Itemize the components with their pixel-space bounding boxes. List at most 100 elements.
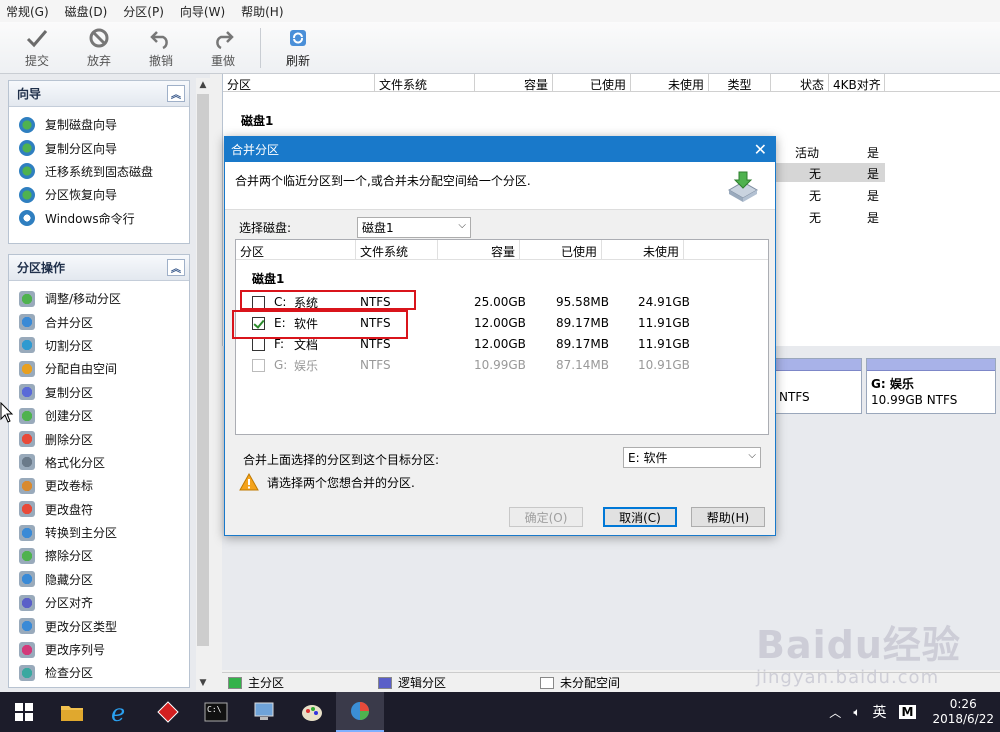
undo-button[interactable]: 撤销 bbox=[130, 22, 192, 70]
taskbar-partition-assistant[interactable] bbox=[336, 692, 384, 732]
col-type[interactable]: 类型 bbox=[709, 74, 771, 91]
ops-item-delete[interactable]: 删除分区 bbox=[9, 427, 189, 450]
menu-disk[interactable]: 磁盘(D) bbox=[65, 3, 108, 20]
ops-item-wipe[interactable]: 擦除分区 bbox=[9, 544, 189, 567]
clock[interactable]: 0:26 2018/6/22 bbox=[932, 697, 994, 727]
partition-checkbox[interactable] bbox=[252, 337, 265, 351]
col-filesystem[interactable]: 文件系统 bbox=[375, 74, 475, 91]
ops-item-change-serial[interactable]: 更改序列号 bbox=[9, 638, 189, 661]
ops-item-merge[interactable]: 合并分区 bbox=[9, 310, 189, 333]
item-label: 迁移系统到固态磁盘 bbox=[45, 164, 154, 179]
ops-item-convert-primary[interactable]: 转换到主分区 bbox=[9, 521, 189, 544]
close-icon[interactable]: ✕ bbox=[754, 140, 767, 159]
col-4k-align[interactable]: 4KB对齐 bbox=[829, 74, 885, 91]
ops-item-hide[interactable]: 隐藏分区 bbox=[9, 568, 189, 591]
table-header: 分区 文件系统 容量 已使用 未使用 类型 状态 4KB对齐 bbox=[223, 74, 1000, 92]
ops-item-align[interactable]: 分区对齐 bbox=[9, 591, 189, 614]
scroll-up-arrow[interactable]: ▲ bbox=[196, 78, 210, 92]
col-used[interactable]: 已使用 bbox=[553, 74, 631, 91]
menu-general[interactable]: 常规(G) bbox=[6, 3, 49, 20]
split-icon bbox=[19, 337, 35, 354]
scroll-down-arrow[interactable]: ▼ bbox=[196, 676, 210, 690]
ops-item-check[interactable]: 检查分区 bbox=[9, 661, 189, 684]
undo-icon bbox=[150, 31, 168, 50]
list-col-used[interactable]: 已使用 bbox=[520, 240, 602, 259]
partition-box-info: B NTFS bbox=[767, 390, 810, 404]
submit-button[interactable]: 提交 bbox=[6, 22, 68, 70]
partition-free: 24.91GB bbox=[638, 295, 690, 309]
ime-indicator[interactable]: 英 bbox=[873, 702, 887, 722]
col-status[interactable]: 状态 bbox=[771, 74, 829, 91]
discard-button[interactable]: 放弃 bbox=[68, 22, 130, 70]
chevron-up-icon[interactable]: ︿ bbox=[829, 704, 841, 721]
target-partition-dropdown[interactable]: E: 软件 ⌵ bbox=[623, 447, 761, 468]
ops-item-copy[interactable]: 复制分区 bbox=[9, 381, 189, 404]
migrate-icon bbox=[19, 163, 35, 180]
list-col-unused[interactable]: 未使用 bbox=[602, 240, 684, 259]
refresh-button[interactable]: 刷新 bbox=[267, 22, 329, 70]
item-label: 格式化分区 bbox=[45, 455, 106, 470]
primary-swatch bbox=[228, 676, 242, 689]
col-partition[interactable]: 分区 bbox=[223, 74, 375, 91]
wizard-item-recovery[interactable]: 分区恢复向导 bbox=[9, 183, 189, 206]
ops-item-change-label[interactable]: 更改卷标 bbox=[9, 474, 189, 497]
list-col-capacity[interactable]: 容量 bbox=[438, 240, 520, 259]
scroll-thumb[interactable] bbox=[197, 94, 209, 646]
ops-item-format[interactable]: 格式化分区 bbox=[9, 451, 189, 474]
redo-button[interactable]: 重做 bbox=[192, 22, 254, 70]
menu-wizard[interactable]: 向导(W) bbox=[180, 3, 225, 20]
menu-bar: 常规(G) 磁盘(D) 分区(P) 向导(W) 帮助(H) bbox=[0, 0, 1000, 22]
ops-item-create[interactable]: 创建分区 bbox=[9, 404, 189, 427]
col-capacity[interactable]: 容量 bbox=[475, 74, 553, 91]
cancel-button[interactable]: 取消(C) bbox=[603, 507, 677, 527]
partition-capacity: 25.00GB bbox=[474, 295, 526, 309]
menu-help[interactable]: 帮助(H) bbox=[241, 3, 283, 20]
start-button[interactable] bbox=[0, 692, 48, 732]
taskbar-explorer[interactable] bbox=[48, 692, 96, 732]
taskbar-paint[interactable] bbox=[288, 692, 336, 732]
partition-box-g[interactable]: G: 娱乐 10.99GB NTFS bbox=[866, 358, 996, 414]
taskbar-cmd[interactable]: C:\ bbox=[192, 692, 240, 732]
dialog-title-bar[interactable]: 合并分区 ✕ bbox=[225, 137, 775, 162]
chevron-down-icon: ⌵ bbox=[458, 220, 466, 231]
taskbar-network[interactable] bbox=[240, 692, 288, 732]
item-label: 复制磁盘向导 bbox=[45, 118, 118, 133]
ops-item-resize-move[interactable]: 调整/移动分区 bbox=[9, 287, 189, 310]
select-disk-dropdown[interactable]: 磁盘1 ⌵ bbox=[357, 217, 471, 238]
wizard-item-copy-disk[interactable]: 复制磁盘向导 bbox=[9, 113, 189, 136]
partition-box-f[interactable]: B NTFS bbox=[762, 358, 862, 414]
taskbar-ie[interactable]: e bbox=[96, 692, 144, 732]
list-col-fs[interactable]: 文件系统 bbox=[356, 240, 438, 259]
partition-used: 89.17MB bbox=[556, 337, 609, 351]
unallocated-swatch bbox=[540, 676, 555, 689]
dialog-title: 合并分区 bbox=[231, 143, 280, 157]
list-col-partition[interactable]: 分区 bbox=[236, 240, 356, 259]
ime-mode-indicator[interactable]: M bbox=[898, 705, 917, 719]
ok-button[interactable]: 确定(O) bbox=[509, 507, 583, 527]
wizard-item-migrate-os[interactable]: 迁移系统到固态磁盘 bbox=[9, 160, 189, 183]
recovery-icon bbox=[19, 186, 35, 203]
wizard-item-cmd[interactable]: Windows命令行 bbox=[9, 207, 189, 230]
ops-item-split[interactable]: 切割分区 bbox=[9, 334, 189, 357]
ops-item-allocate-free-space[interactable]: 分配自由空间 bbox=[9, 357, 189, 380]
left-scrollbar[interactable]: ▲ ▼ bbox=[196, 78, 210, 690]
computer-icon bbox=[254, 702, 274, 720]
ops-item-change-drive-letter[interactable]: 更改盘符 bbox=[9, 498, 189, 521]
volume-icon[interactable]: 🔈︎ bbox=[853, 705, 860, 720]
collapse-wizard-button[interactable]: ︽ bbox=[167, 85, 185, 102]
toolbar-separator bbox=[260, 28, 261, 68]
row-align: 是 bbox=[867, 189, 880, 203]
select-disk-row: 选择磁盘: 磁盘1 ⌵ bbox=[239, 217, 471, 238]
toolbar: 提交 放弃 撤销 重做 刷新 bbox=[0, 22, 1000, 74]
row-align: 是 bbox=[867, 146, 880, 160]
help-button[interactable]: 帮助(H) bbox=[691, 507, 765, 527]
row-align: 是 bbox=[867, 167, 880, 181]
menu-partition[interactable]: 分区(P) bbox=[123, 3, 164, 20]
collapse-ops-button[interactable]: ︽ bbox=[167, 259, 185, 276]
ops-item-change-type[interactable]: 更改分区类型 bbox=[9, 614, 189, 637]
target-partition-label: 合并上面选择的分区到这个目标分区: bbox=[243, 453, 440, 467]
discard-label: 放弃 bbox=[86, 54, 111, 68]
wizard-item-copy-partition[interactable]: 复制分区向导 bbox=[9, 136, 189, 159]
col-unused[interactable]: 未使用 bbox=[631, 74, 709, 91]
taskbar-app-red[interactable] bbox=[144, 692, 192, 732]
